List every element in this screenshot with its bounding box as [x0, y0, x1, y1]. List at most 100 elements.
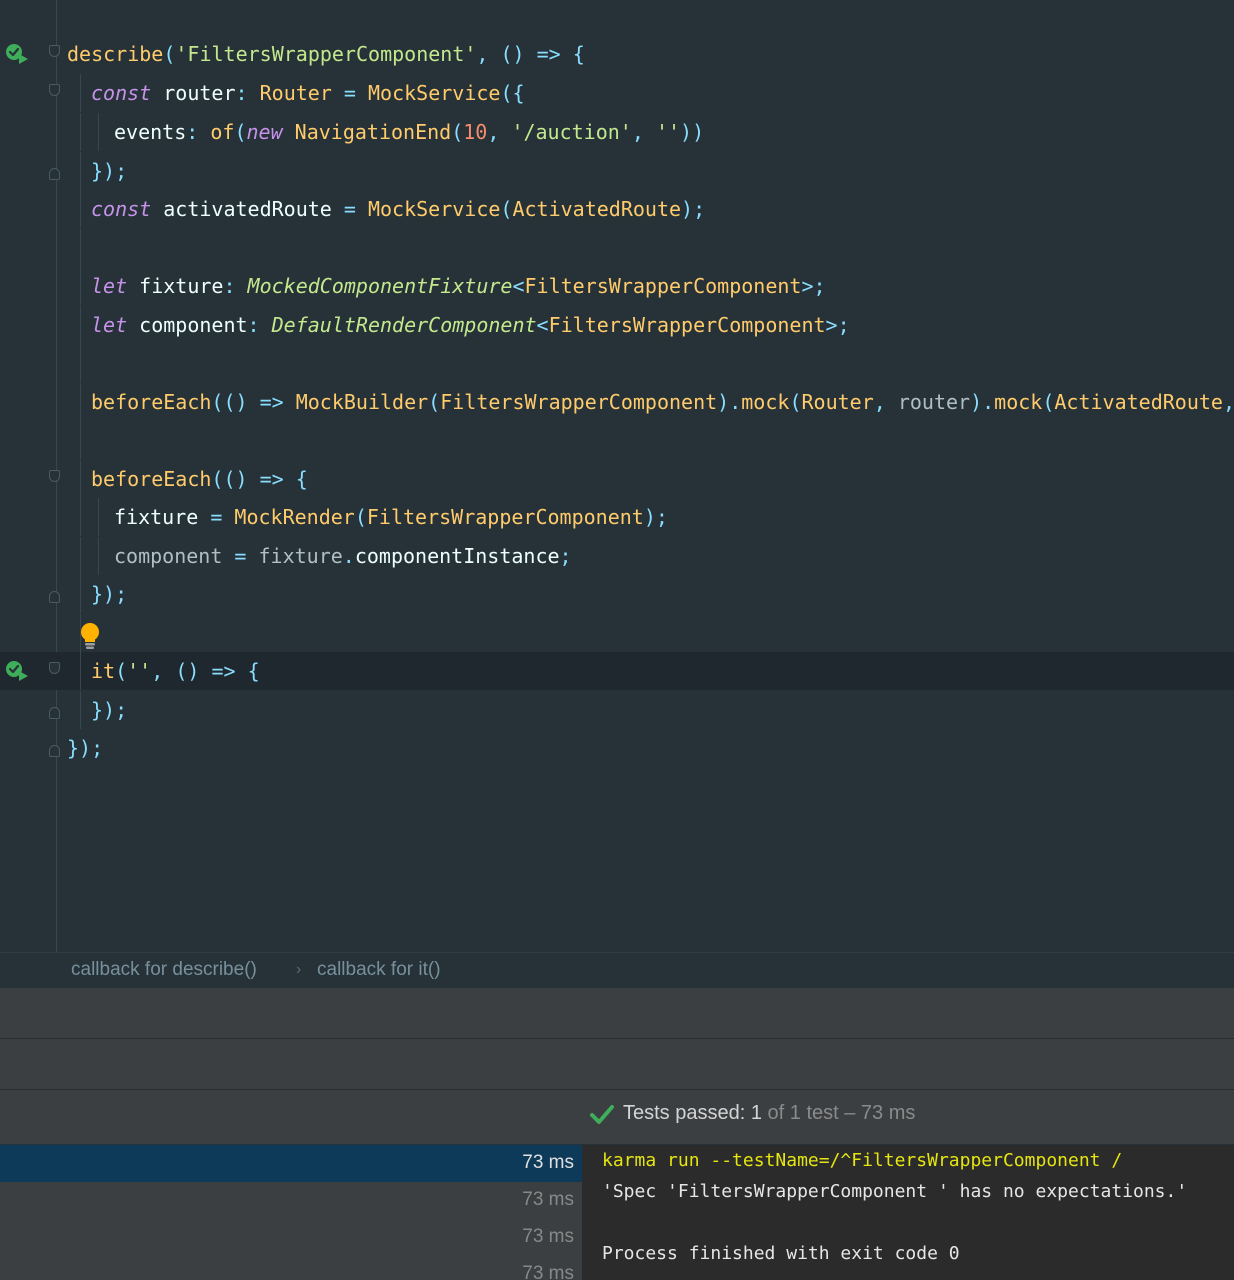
- breadcrumb-item-it[interactable]: callback for it(): [317, 959, 441, 981]
- code-token: Router: [801, 390, 874, 414]
- code-line[interactable]: });: [0, 729, 1234, 767]
- test-results-tree[interactable]: 73 ms 73 ms 73 ms 73 ms: [0, 1145, 582, 1280]
- code-text: beforeEach(() => {: [91, 460, 308, 498]
- code-token: <: [536, 313, 549, 337]
- code-token: activatedRoute: [151, 197, 332, 221]
- console-output[interactable]: karma run --testName=/^FiltersWrapperCom…: [582, 1145, 1234, 1280]
- fold-end-icon[interactable]: [49, 591, 60, 603]
- code-token: ;: [559, 544, 572, 568]
- tool-window-header: [0, 1039, 1234, 1090]
- code-token: let: [91, 313, 128, 337]
- code-token: FiltersWrapperComponent: [548, 313, 826, 337]
- code-token: 'FiltersWrapperComponent': [175, 42, 477, 66]
- indent-guide: [80, 575, 81, 613]
- indent-guide: [80, 229, 81, 267]
- code-line-current[interactable]: it('', () => {: [0, 652, 1234, 690]
- code-token: );: [681, 197, 706, 221]
- tool-window-toolbar: [0, 988, 1234, 1039]
- indent-guide: [80, 190, 81, 228]
- code-token: ,: [631, 120, 656, 144]
- code-token: });: [91, 159, 128, 183]
- code-line[interactable]: fixture = MockRender(FiltersWrapperCompo…: [0, 498, 1234, 536]
- code-line[interactable]: let fixture: MockedComponentFixture<Filt…: [0, 267, 1234, 305]
- code-line[interactable]: });: [0, 691, 1234, 729]
- code-text: it('', () => {: [91, 652, 260, 690]
- fold-collapse-icon[interactable]: [49, 45, 60, 57]
- code-line[interactable]: beforeEach(() => MockBuilder(FiltersWrap…: [0, 383, 1234, 421]
- test-status-bar: Tests passed: 1 of 1 test – 73 ms: [0, 1090, 1234, 1144]
- code-token: .: [342, 544, 355, 568]
- test-tree-row[interactable]: 73 ms: [0, 1256, 582, 1280]
- code-text: fixture = MockRender(FiltersWrapperCompo…: [114, 498, 668, 536]
- code-line[interactable]: beforeEach(() => {: [0, 460, 1234, 498]
- test-tree-row[interactable]: 73 ms: [0, 1182, 582, 1219]
- code-token: >;: [801, 274, 826, 298]
- console-command-line: karma run --testName=/^FiltersWrapperCom…: [602, 1150, 1123, 1171]
- code-line[interactable]: });: [0, 575, 1234, 613]
- check-icon: [590, 1105, 614, 1124]
- code-line[interactable]: component = fixture.componentInstance;: [0, 537, 1234, 575]
- fold-collapse-icon[interactable]: [49, 662, 60, 674]
- code-token: ActivatedRoute: [512, 197, 682, 221]
- code-token: beforeEach: [91, 390, 212, 414]
- fold-collapse-icon[interactable]: [49, 84, 60, 96]
- fold-end-icon[interactable]: [49, 168, 60, 180]
- code-token: (: [163, 42, 176, 66]
- code-token: , () => {: [476, 42, 585, 66]
- run-test-passed-icon[interactable]: [5, 660, 29, 682]
- code-token: MockedComponentFixture: [247, 274, 513, 298]
- code-token: (: [1042, 390, 1055, 414]
- code-token: FiltersWrapperComponent: [524, 274, 802, 298]
- code-line[interactable]: events: of(new NavigationEnd(10, '/aucti…: [0, 113, 1234, 151]
- code-line[interactable]: [0, 421, 1234, 459]
- indent-guide: [98, 498, 99, 536]
- tests-passed-count: 1: [750, 1102, 762, 1124]
- test-tree-row[interactable]: 73 ms: [0, 1145, 582, 1182]
- code-token: Router: [259, 81, 332, 105]
- code-editor[interactable]: describe('FiltersWrapperComponent', () =…: [0, 0, 1234, 952]
- code-line[interactable]: let component: DefaultRenderComponent<Fi…: [0, 306, 1234, 344]
- code-line[interactable]: const activatedRoute = MockService(Activ…: [0, 190, 1234, 228]
- tests-total-duration: of 1 test – 73 ms: [767, 1102, 916, 1124]
- code-line[interactable]: [0, 229, 1234, 267]
- indent-guide: [80, 383, 81, 421]
- breadcrumb-item-describe[interactable]: callback for describe(): [71, 959, 257, 981]
- code-token: NavigationEnd: [294, 120, 452, 144]
- code-token: describe: [67, 42, 164, 66]
- code-token: fixture: [127, 274, 224, 298]
- indent-guide: [80, 691, 81, 729]
- code-line[interactable]: });: [0, 152, 1234, 190]
- fold-end-icon[interactable]: [49, 745, 60, 757]
- indent-guide: [80, 652, 81, 690]
- code-token: (: [789, 390, 802, 414]
- code-token: it: [91, 659, 116, 683]
- code-token: router: [151, 81, 236, 105]
- code-line[interactable]: describe('FiltersWrapperComponent', () =…: [0, 35, 1234, 73]
- fold-collapse-icon[interactable]: [49, 470, 60, 482]
- code-token: ,: [873, 390, 898, 414]
- test-duration: 73 ms: [522, 1189, 574, 1210]
- code-text: const activatedRoute = MockService(Activ…: [91, 190, 705, 228]
- code-token: <: [512, 274, 525, 298]
- test-tree-row[interactable]: 73 ms: [0, 1219, 582, 1256]
- code-token: const: [91, 197, 152, 221]
- code-line[interactable]: [0, 614, 1234, 652]
- code-token: (: [428, 390, 441, 414]
- code-token: (: [451, 120, 464, 144]
- code-line[interactable]: const router: Router = MockService({: [0, 74, 1234, 112]
- lightbulb-icon[interactable]: [79, 622, 101, 650]
- code-token: ({: [500, 81, 525, 105]
- run-test-passed-icon[interactable]: [5, 43, 29, 65]
- code-token: mock: [994, 390, 1043, 414]
- code-token: '': [127, 659, 152, 683]
- test-duration: 73 ms: [522, 1263, 574, 1280]
- breadcrumb: callback for describe() › callback for i…: [0, 952, 1234, 989]
- code-token: (: [500, 197, 513, 221]
- code-token: (() => {: [211, 467, 308, 491]
- fold-end-icon[interactable]: [49, 707, 60, 719]
- code-token: '': [655, 120, 681, 144]
- code-text: });: [67, 729, 103, 767]
- code-line[interactable]: [0, 344, 1234, 382]
- code-token: =: [222, 544, 259, 568]
